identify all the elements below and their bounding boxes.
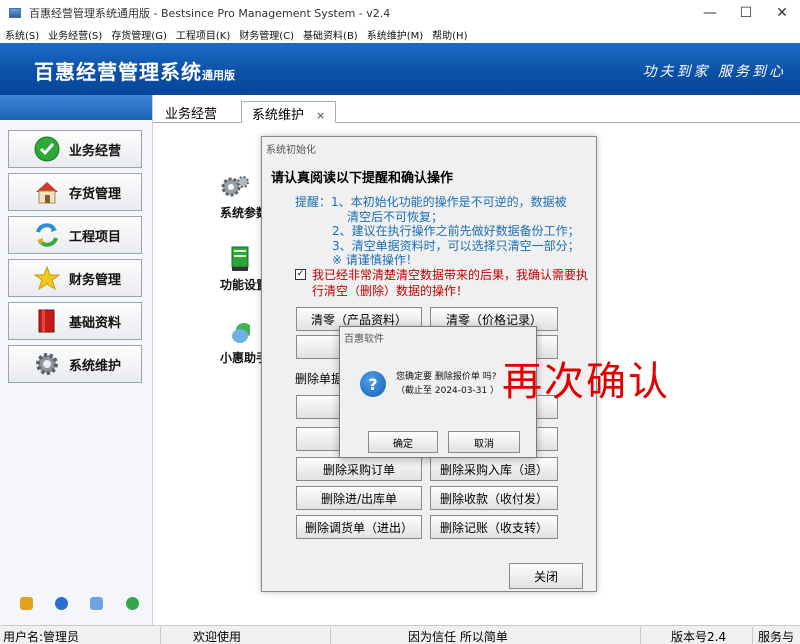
tab-close-icon[interactable]: × [316,109,325,122]
confirm-question: 您确定要 删除报价单 吗? [396,372,497,382]
sidebar-item-inventory[interactable]: 存货管理 [8,173,142,211]
status-version: 版本号2.4 [671,630,727,644]
sidebar-item-label: 存货管理 [69,186,122,202]
tab-label: 业务经营 [165,107,218,122]
gear-icon [33,350,61,378]
title-bar: 百惠经营管理系统通用版 - Bestsince Pro Management S… [0,0,800,26]
dialog-close-button[interactable]: 关闭 [509,563,583,589]
chat-bubbles-icon [220,320,252,349]
sidebar-item-basic-data[interactable]: 基础资料 [8,302,142,340]
confirm-statement: 我已经非常清楚清空数据带来的后果，我确认需要执行清空（删除）数据的操作！ [312,268,589,298]
key-icon[interactable] [20,597,33,610]
screen-search-icon[interactable] [90,597,103,610]
status-divider [330,627,331,644]
ok-button[interactable]: 确定 [368,431,438,453]
app-banner: 百惠经营管理系统通用版 功夫到家 服务到心 [0,43,800,95]
sidebar-item-label: 基础资料 [69,315,122,331]
brand-slogan: 功夫到家 服务到心 [642,64,786,80]
delete-stock-io-button[interactable]: 删除进/出库单 [296,486,422,510]
dialog-title: 系统初始化 [266,145,316,156]
cancel-button[interactable]: 取消 [448,431,520,453]
house-icon [33,178,61,206]
status-service: 服务与 [758,630,795,644]
book-icon [33,307,61,335]
sidebar-header [0,95,152,120]
sidebar-tools [0,597,153,613]
back-arrow-icon[interactable] [126,597,139,610]
menu-basic-data[interactable]: 基础资料(B) [298,27,362,42]
confirm-dialog-title: 百惠软件 [344,334,384,345]
minimize-button[interactable]: — [692,0,728,26]
close-button[interactable]: ✕ [764,0,800,26]
clock-icon[interactable] [55,597,68,610]
gears-icon [220,175,250,204]
sidebar-item-maintenance[interactable]: 系统维护 [8,345,142,383]
confirm-date-range: （截止至 2024-03-31 ） [396,386,500,396]
sidebar-item-projects[interactable]: 工程项目 [8,216,142,254]
tab-strip: 业务经营 系统维护 × [153,95,800,123]
sidebar-item-label: 业务经营 [69,143,122,159]
sidebar-item-finance[interactable]: 财务管理 [8,259,142,297]
star-icon [33,264,61,292]
menu-inventory[interactable]: 存货管理(G) [106,27,171,42]
check-circle-icon [33,135,61,163]
sidebar-item-label: 系统维护 [69,358,122,374]
delete-transfer-button[interactable]: 删除调货单（进出） [296,515,422,539]
brand-title: 百惠经营管理系统通用版 [34,56,235,85]
menu-projects[interactable]: 工程项目(K) [171,27,234,42]
server-icon [220,245,250,276]
tab-label: 系统维护 [252,108,305,123]
reconfirm-annotation: 再次确认 [502,359,670,405]
sidebar-item-business[interactable]: 业务经营 [8,130,142,168]
status-motto: 因为信任 所以简单 [408,630,508,644]
delete-ledger-button[interactable]: 删除记账（收支转） [430,515,558,539]
sidebar-item-label: 财务管理 [69,272,122,288]
status-welcome: 欢迎使用 [193,630,242,644]
delete-purchase-receipt-button[interactable]: 删除采购入库（退） [430,457,558,481]
window-controls: — ☐ ✕ [692,0,800,26]
brand-edition: 通用版 [202,69,235,82]
status-divider [160,627,161,644]
menu-help[interactable]: 帮助(H) [427,27,471,42]
app-icon [9,8,21,18]
menu-bar: 系统(S) 业务经营(S) 存货管理(G) 工程项目(K) 财务管理(C) 基础… [0,26,800,43]
confirm-checkbox[interactable]: ✓ [295,269,306,280]
tab-maintenance[interactable]: 系统维护 × [241,101,337,123]
brand-name: 百惠经营管理系统 [34,60,202,84]
dialog-heading: 请认真阅读以下提醒和确认操作 [271,171,454,186]
status-user: 用户名:管理员 [3,630,80,644]
menu-finance[interactable]: 财务管理(C) [234,27,298,42]
sidebar-item-label: 工程项目 [69,229,122,245]
menu-maintenance[interactable]: 系统维护(M) [362,27,427,42]
reminder-line: ※ 请谨慎操作！ [332,253,418,267]
recycle-arrows-icon [33,221,61,249]
delete-receipts-button[interactable]: 删除收款（收付发） [430,486,558,510]
status-bar: 用户名:管理员 欢迎使用 因为信任 所以简单 版本号2.4 服务与 [0,625,800,644]
delete-docs-label: 删除单据 [295,372,344,386]
delete-purchase-order-button[interactable]: 删除采购订单 [296,457,422,481]
sidebar: 业务经营 存货管理 工程项目 财务管理 基础资料 系统维护 [0,95,153,625]
menu-business[interactable]: 业务经营(S) [43,27,106,42]
menu-system[interactable]: 系统(S) [0,27,43,42]
status-divider [752,627,753,644]
confirm-message: 您确定要 删除报价单 吗? （截止至 2024-03-31 ） [396,370,499,398]
maximize-button[interactable]: ☐ [728,0,764,26]
status-divider [640,627,641,644]
question-icon: ? [360,371,386,397]
window-title: 百惠经营管理系统通用版 - Bestsince Pro Management S… [29,7,391,20]
tab-business[interactable]: 业务经营 [155,101,227,123]
